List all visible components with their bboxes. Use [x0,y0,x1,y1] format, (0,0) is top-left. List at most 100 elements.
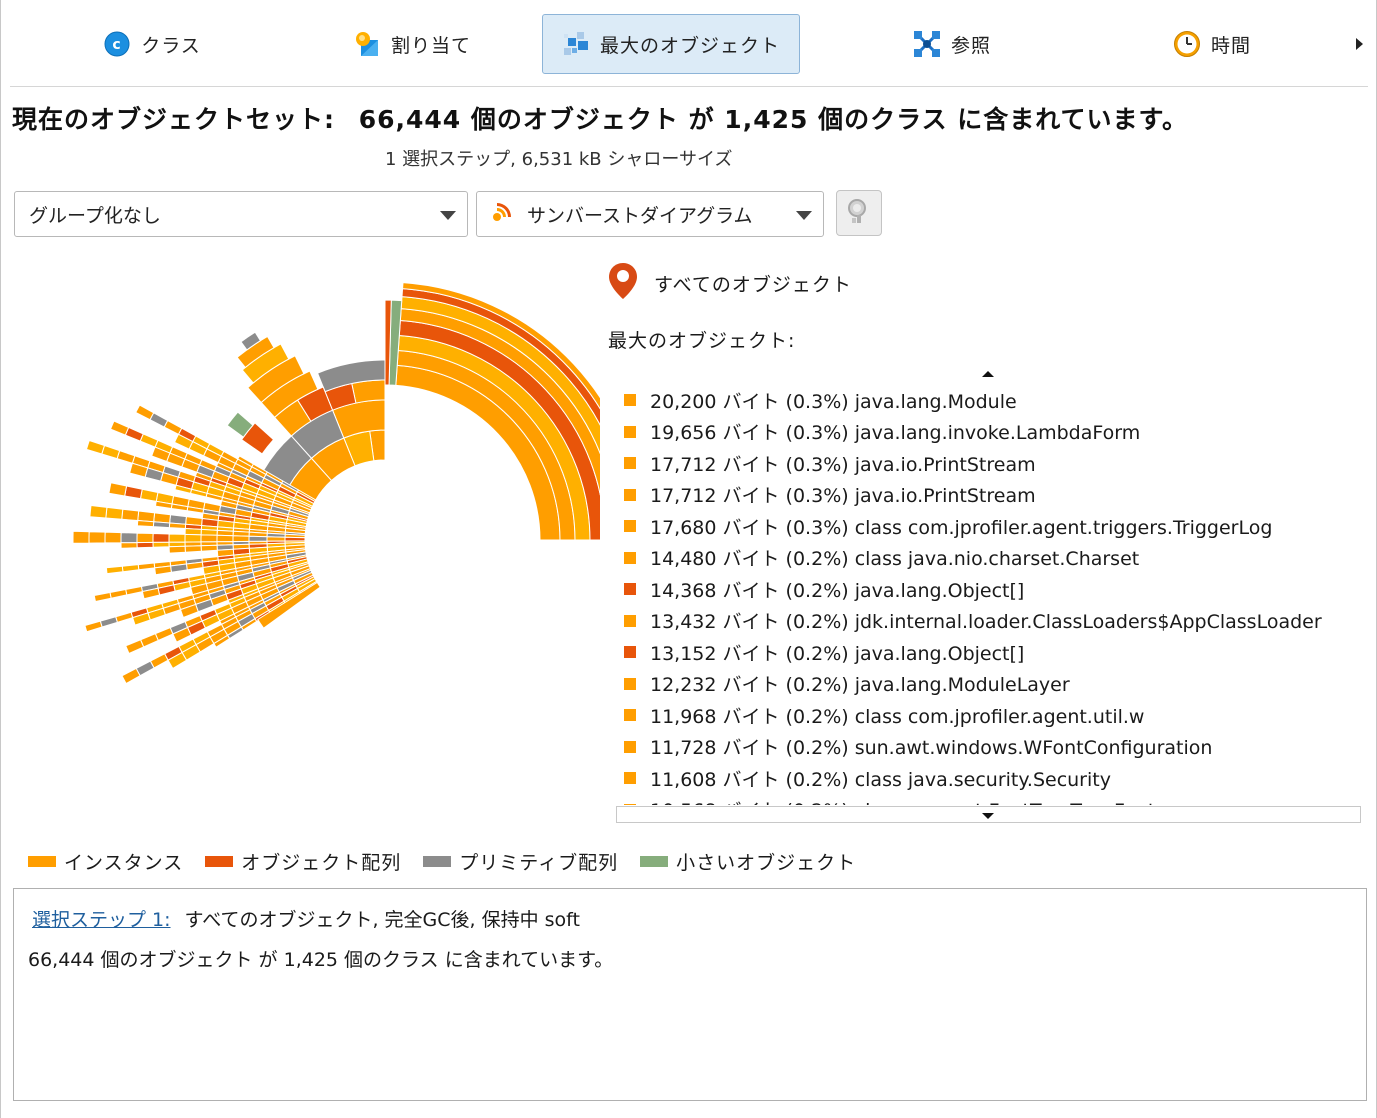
sunburst-segment[interactable] [121,667,141,685]
sunburst-segment[interactable] [137,510,156,523]
tab-classes[interactable]: c クラス [52,14,252,74]
sunburst-segment[interactable] [184,533,202,543]
sunburst-segment[interactable] [108,482,128,497]
sunburst-segment[interactable] [136,520,155,528]
list-item[interactable]: 17,712 バイト (0.3%) java.io.PrintStream [624,448,1036,478]
list-item[interactable]: 19,656 バイト (0.3%) java.lang.invoke.Lambd… [624,417,1140,447]
tab-allocations[interactable]: 割り当て [312,14,512,74]
location-pin-icon [608,262,638,305]
sunburst-segment[interactable] [72,530,90,544]
sunburst-segment[interactable] [232,535,250,543]
sunburst-segment[interactable] [200,534,218,543]
sunburst-segment[interactable] [135,404,155,421]
list-item[interactable]: 10,568 バイト (0.2%) class sun.awt.FontTrue… [624,795,1155,805]
sunburst-segment[interactable] [105,565,124,575]
sunburst-segment[interactable] [124,485,143,500]
list-item[interactable]: 13,432 バイト (0.2%) jdk.internal.loader.Cl… [624,606,1322,636]
sunburst-segment[interactable] [136,532,154,544]
export-view-button[interactable] [836,190,882,236]
sunburst-segment[interactable] [152,541,170,548]
selection-step-description: すべてのオブジェクト, 完全GC後, 保持中 soft [184,909,580,931]
sunburst-segment[interactable] [125,585,144,596]
sunburst-segment[interactable] [152,521,171,529]
sunburst-segment[interactable] [88,531,106,544]
selection-breadcrumb: すべてのオブジェクト [608,262,852,305]
sunburst-segment[interactable] [200,544,218,552]
sunburst-segment[interactable] [125,639,145,655]
sunburst-segment[interactable] [121,508,140,522]
list-item[interactable]: 13,152 バイト (0.2%) java.lang.Object[] [624,637,1024,667]
sunburst-segment[interactable] [139,488,159,502]
list-item[interactable]: 11,968 バイト (0.2%) class com.jprofiler.ag… [624,700,1144,730]
sunburst-segment[interactable] [168,533,186,543]
legend-swatch [28,856,56,867]
sunburst-segment[interactable] [248,535,268,542]
type-color-square [624,772,636,784]
tab-references-label: 参照 [950,34,991,57]
sunburst-segment[interactable] [216,534,234,543]
type-color-square [624,803,636,805]
magnifier-icon [845,197,873,229]
sunburst-segment[interactable] [170,563,188,573]
sunburst-segment[interactable] [185,561,204,571]
list-item[interactable]: 12,232 バイト (0.2%) java.lang.ModuleLayer [624,669,1070,699]
tab-separator [10,86,1368,87]
sunburst-segment[interactable] [152,533,170,543]
list-item[interactable]: 17,680 バイト (0.3%) class com.jprofiler.ag… [624,511,1272,541]
sunburst-segment[interactable] [184,545,202,553]
view-mode-dropdown[interactable]: サンバーストダイアグラム [476,191,824,237]
clock-icon [1173,30,1201,58]
legend-item-instance: インスタンス [28,848,183,875]
tab-time-label: 時間 [1210,34,1251,57]
sunburst-segment[interactable] [109,588,128,599]
sunburst-segment[interactable] [104,531,122,544]
sunburst-segment[interactable] [351,379,386,404]
scroll-up-icon[interactable] [982,371,994,377]
sunburst-segment[interactable] [121,564,140,573]
sunburst-segment[interactable] [168,522,187,530]
sunburst-segment[interactable] [184,527,202,536]
sunburst-segment[interactable] [154,565,172,576]
legend-swatch [423,856,452,867]
list-item-label: 10,568 バイト (0.2%) class sun.awt.FontTrue… [650,796,1155,805]
sunburst-segment[interactable] [85,439,106,455]
sunburst-diagram[interactable] [0,250,644,810]
sunburst-segment[interactable] [168,545,186,554]
sunburst-segment[interactable] [120,532,138,544]
grouping-dropdown[interactable]: グループ化なし [14,191,468,237]
sunburst-segment[interactable] [109,420,130,436]
sunburst-segment[interactable] [89,504,108,519]
allocation-icon [353,30,381,58]
list-item[interactable]: 20,200 バイト (0.3%) java.lang.Module [624,385,1017,415]
list-item-label: 13,152 バイト (0.2%) java.lang.Object[] [650,642,1025,665]
sunburst-segment[interactable] [154,627,174,642]
sunburst-segment[interactable] [101,444,121,460]
list-item[interactable]: 17,712 バイト (0.3%) java.io.PrintStream [624,480,1036,510]
sunburst-segment[interactable] [84,620,103,633]
sunburst-segment[interactable] [120,542,138,549]
list-item[interactable]: 11,728 バイト (0.2%) sun.awt.windows.WFontC… [624,732,1212,762]
more-tabs-arrow-icon[interactable] [1356,38,1363,50]
sunburst-segment[interactable] [200,528,218,536]
sunburst-segment[interactable] [137,562,156,571]
sunburst-segment[interactable] [93,591,112,603]
selection-label[interactable]: すべてのオブジェクト [654,270,852,297]
sunburst-segment[interactable] [99,616,119,628]
biggest-objects-list[interactable]: 20,200 バイト (0.3%) java.lang.Module 19,656… [616,385,1361,805]
sunburst-segment[interactable] [116,450,136,464]
list-item[interactable]: 11,608 バイト (0.2%) class java.security.Se… [624,763,1111,793]
chart-legend: インスタンス オブジェクト配列 プリミティブ配列 小さいオブジェクト [28,848,878,875]
tab-references[interactable]: 参照 [852,14,1052,74]
sunburst-segment[interactable] [115,611,134,623]
sunburst-segment[interactable] [105,506,124,520]
sunburst-segment[interactable] [136,541,154,549]
tab-time[interactable]: 時間 [1122,14,1302,74]
type-color-square [624,614,636,627]
selection-step-link[interactable]: 選択ステップ 1: [32,909,171,931]
scroll-down-icon[interactable] [982,813,994,819]
tab-biggest-objects[interactable]: 最大のオブジェクト [542,14,800,74]
list-item[interactable]: 14,480 バイト (0.2%) class java.nio.charset… [624,543,1139,573]
sunburst-segment[interactable] [266,536,286,542]
list-item-label: 13,432 バイト (0.2%) jdk.internal.loader.Cl… [650,611,1322,633]
list-item[interactable]: 14,368 バイト (0.2%) java.lang.Object[] [624,574,1024,604]
